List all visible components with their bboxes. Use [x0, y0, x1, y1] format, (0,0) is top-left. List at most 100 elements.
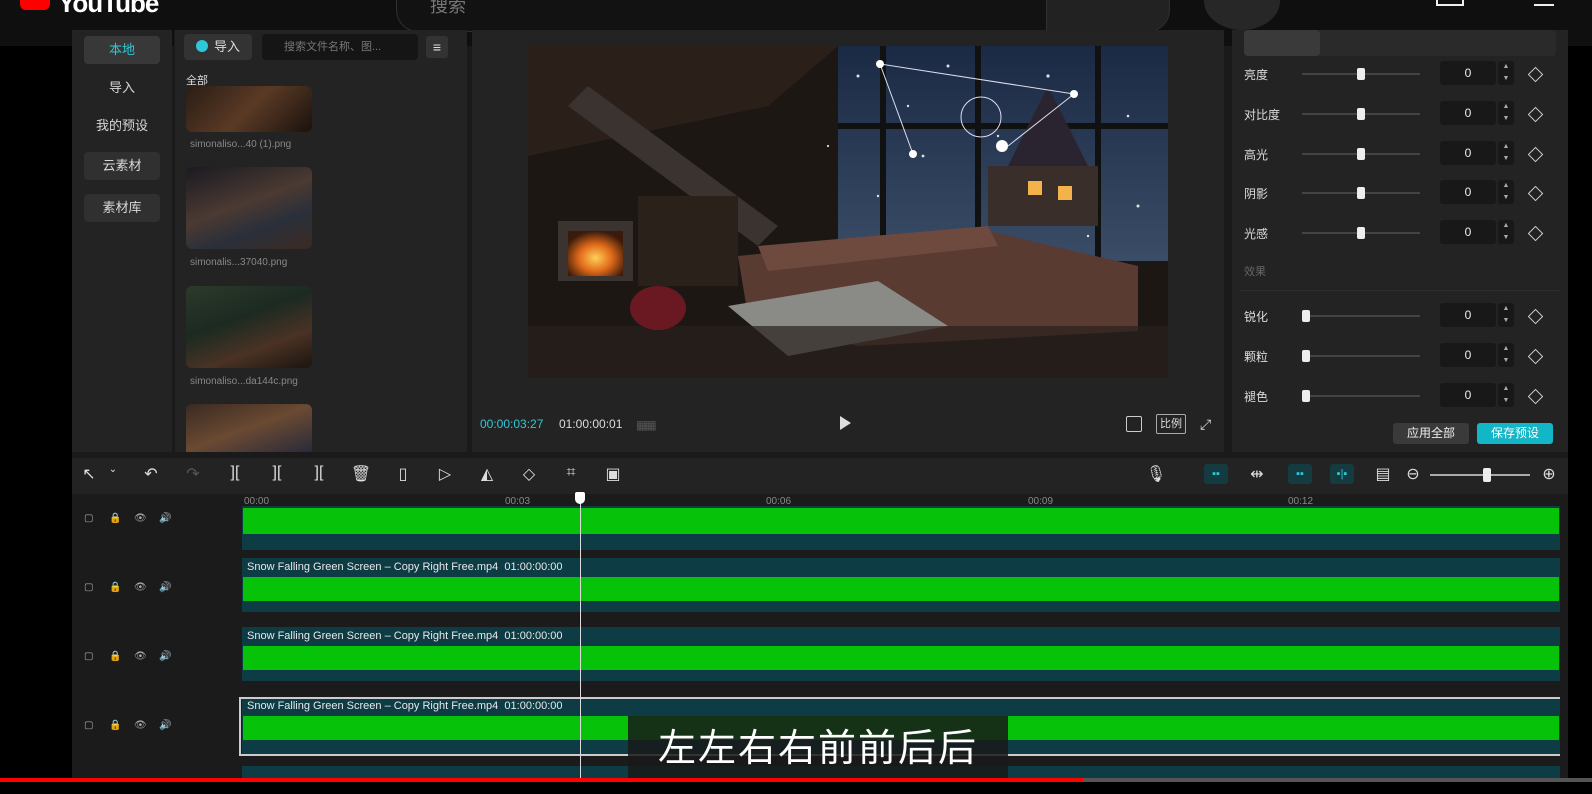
slider-value-input[interactable]: 0 [1440, 343, 1496, 367]
slider-value-input[interactable]: 0 [1440, 303, 1496, 327]
split-icon[interactable]: ][ [224, 464, 246, 482]
import-button[interactable]: 导入 [184, 34, 252, 60]
stepper-icon[interactable]: ▲ ▼ [1498, 61, 1514, 85]
fullscreen-icon[interactable]: ⤢ [1200, 416, 1211, 433]
stepper-icon[interactable]: ▲ ▼ [1498, 220, 1514, 244]
split-left-icon[interactable]: ][ [266, 464, 288, 482]
split-right-icon[interactable]: ][ [308, 464, 330, 482]
slider-knob[interactable] [1302, 350, 1310, 362]
clip-duration: 01:00:00:00 [504, 561, 563, 573]
nav-import[interactable]: 导入 [84, 74, 160, 102]
video-track-icon[interactable]: ▢ [84, 582, 93, 593]
zoom-slider-knob[interactable] [1483, 468, 1491, 482]
media-thumbnail[interactable] [186, 86, 312, 132]
youtube-logo-text[interactable]: YouTube [58, 0, 159, 19]
slider-knob[interactable] [1357, 68, 1365, 80]
audio-icon[interactable]: 🔊 [159, 720, 171, 731]
mirror-icon[interactable]: ◭ [476, 464, 498, 484]
playhead[interactable] [580, 500, 581, 782]
speed-icon[interactable]: ▷ [434, 464, 456, 484]
slider-knob[interactable] [1302, 390, 1310, 402]
slider-value-input[interactable]: 0 [1440, 101, 1496, 125]
eye-icon[interactable]: 👁 [134, 582, 147, 593]
media-thumbnail[interactable] [186, 286, 312, 368]
play-icon[interactable] [840, 416, 851, 430]
delete-icon[interactable]: 🗑 [350, 464, 372, 484]
snap-icon[interactable]: ▪|▪ [1330, 464, 1354, 484]
video-track-icon[interactable]: ▢ [84, 513, 93, 524]
slider-track[interactable] [1302, 395, 1420, 397]
stepper-icon[interactable]: ▲ ▼ [1498, 383, 1514, 407]
slider-value-input[interactable]: 0 [1440, 180, 1496, 204]
notifications-icon[interactable] [1534, 0, 1554, 6]
stepper-icon[interactable]: ▲ ▼ [1498, 343, 1514, 367]
slider-track[interactable] [1302, 355, 1420, 357]
lock-icon[interactable]: 🔒 [109, 651, 121, 662]
youtube-search-button[interactable] [1046, 0, 1170, 32]
nav-my-presets[interactable]: 我的预设 [84, 112, 160, 140]
lock-icon[interactable]: 🔒 [109, 582, 121, 593]
magnet-icon[interactable]: ▪▪ [1288, 464, 1312, 484]
slider-label: 褪色 [1244, 390, 1269, 404]
clip-waveform [243, 646, 1559, 670]
slider-knob[interactable] [1357, 187, 1365, 199]
audio-icon[interactable]: 🔊 [159, 651, 171, 662]
preview-frame[interactable] [528, 46, 1168, 378]
rotate-icon[interactable]: ◇ [518, 464, 540, 484]
select-pointer-icon[interactable]: ↖ [78, 464, 100, 484]
video-track-icon[interactable]: ▢ [84, 651, 93, 662]
slider-value-input[interactable]: 0 [1440, 383, 1496, 407]
eye-icon[interactable]: 👁 [134, 720, 147, 731]
stepper-icon[interactable]: ▲ ▼ [1498, 141, 1514, 165]
lock-icon[interactable]: 🔒 [109, 720, 121, 731]
zoom-slider[interactable] [1430, 474, 1530, 476]
grid-icon[interactable]: ▦▦ [636, 418, 657, 432]
tab-active[interactable] [1244, 30, 1320, 56]
chevron-down-icon[interactable]: ⌄ [102, 464, 124, 475]
link-icon[interactable]: ▪▪ [1204, 464, 1228, 484]
nav-library[interactable]: 素材库 [84, 194, 160, 222]
zoom-out-icon[interactable]: ⊖ [1402, 464, 1424, 484]
eye-icon[interactable]: 👁 [134, 651, 147, 662]
audio-icon[interactable]: 🔊 [159, 582, 171, 593]
audio-icon[interactable]: 🔊 [159, 513, 171, 524]
freeze-icon[interactable]: ▯ [392, 464, 414, 484]
slider-value-input[interactable]: 0 [1440, 141, 1496, 165]
slider-knob[interactable] [1302, 310, 1310, 322]
undo-icon[interactable]: ↶ [140, 464, 162, 484]
ratio-button[interactable]: 比例 [1156, 414, 1186, 434]
lock-icon[interactable]: 🔒 [109, 513, 121, 524]
media-search-input[interactable]: 搜索文件名称、图... [262, 34, 418, 60]
redo-icon[interactable]: ↷ [182, 464, 204, 484]
slider-value-input[interactable]: 0 [1440, 220, 1496, 244]
youtube-logo-icon[interactable] [20, 0, 50, 10]
save-preset-button[interactable]: 保存预设 [1477, 423, 1553, 444]
nav-local[interactable]: 本地 [84, 36, 160, 64]
focus-icon[interactable] [1126, 416, 1142, 432]
thumbnail-icon[interactable]: ▤ [1372, 464, 1394, 484]
slider-value-input[interactable]: 0 [1440, 61, 1496, 85]
apply-all-button[interactable]: 应用全部 [1393, 423, 1469, 444]
stepper-icon[interactable]: ▲ ▼ [1498, 180, 1514, 204]
playhead-handle[interactable] [575, 492, 585, 504]
slider-track[interactable] [1302, 315, 1420, 317]
video-track-icon[interactable]: ▢ [84, 720, 93, 731]
microphone-icon[interactable]: 🎙 [1145, 464, 1167, 484]
slider-knob[interactable] [1357, 108, 1365, 120]
preview-axis-icon[interactable]: ⇹ [1246, 464, 1268, 484]
zoom-in-icon[interactable]: ⊕ [1538, 464, 1560, 484]
nav-cloud[interactable]: 云素材 [84, 152, 160, 180]
stepper-icon[interactable]: ▲ ▼ [1498, 101, 1514, 125]
crop-icon[interactable]: ⌗ [560, 464, 582, 482]
media-thumbnail[interactable] [186, 404, 312, 452]
slider-knob[interactable] [1357, 227, 1365, 239]
eye-icon[interactable]: 👁 [134, 513, 147, 524]
create-icon[interactable] [1436, 0, 1464, 6]
slider-knob[interactable] [1357, 148, 1365, 160]
remove-bg-icon[interactable]: ▣ [602, 464, 624, 484]
media-thumbnail[interactable] [186, 167, 312, 249]
youtube-search-box[interactable] [396, 0, 1047, 32]
stepper-icon[interactable]: ▲ ▼ [1498, 303, 1514, 327]
list-view-icon[interactable]: ≡ [426, 36, 448, 58]
total-time: 01:00:00:01 [559, 417, 623, 431]
